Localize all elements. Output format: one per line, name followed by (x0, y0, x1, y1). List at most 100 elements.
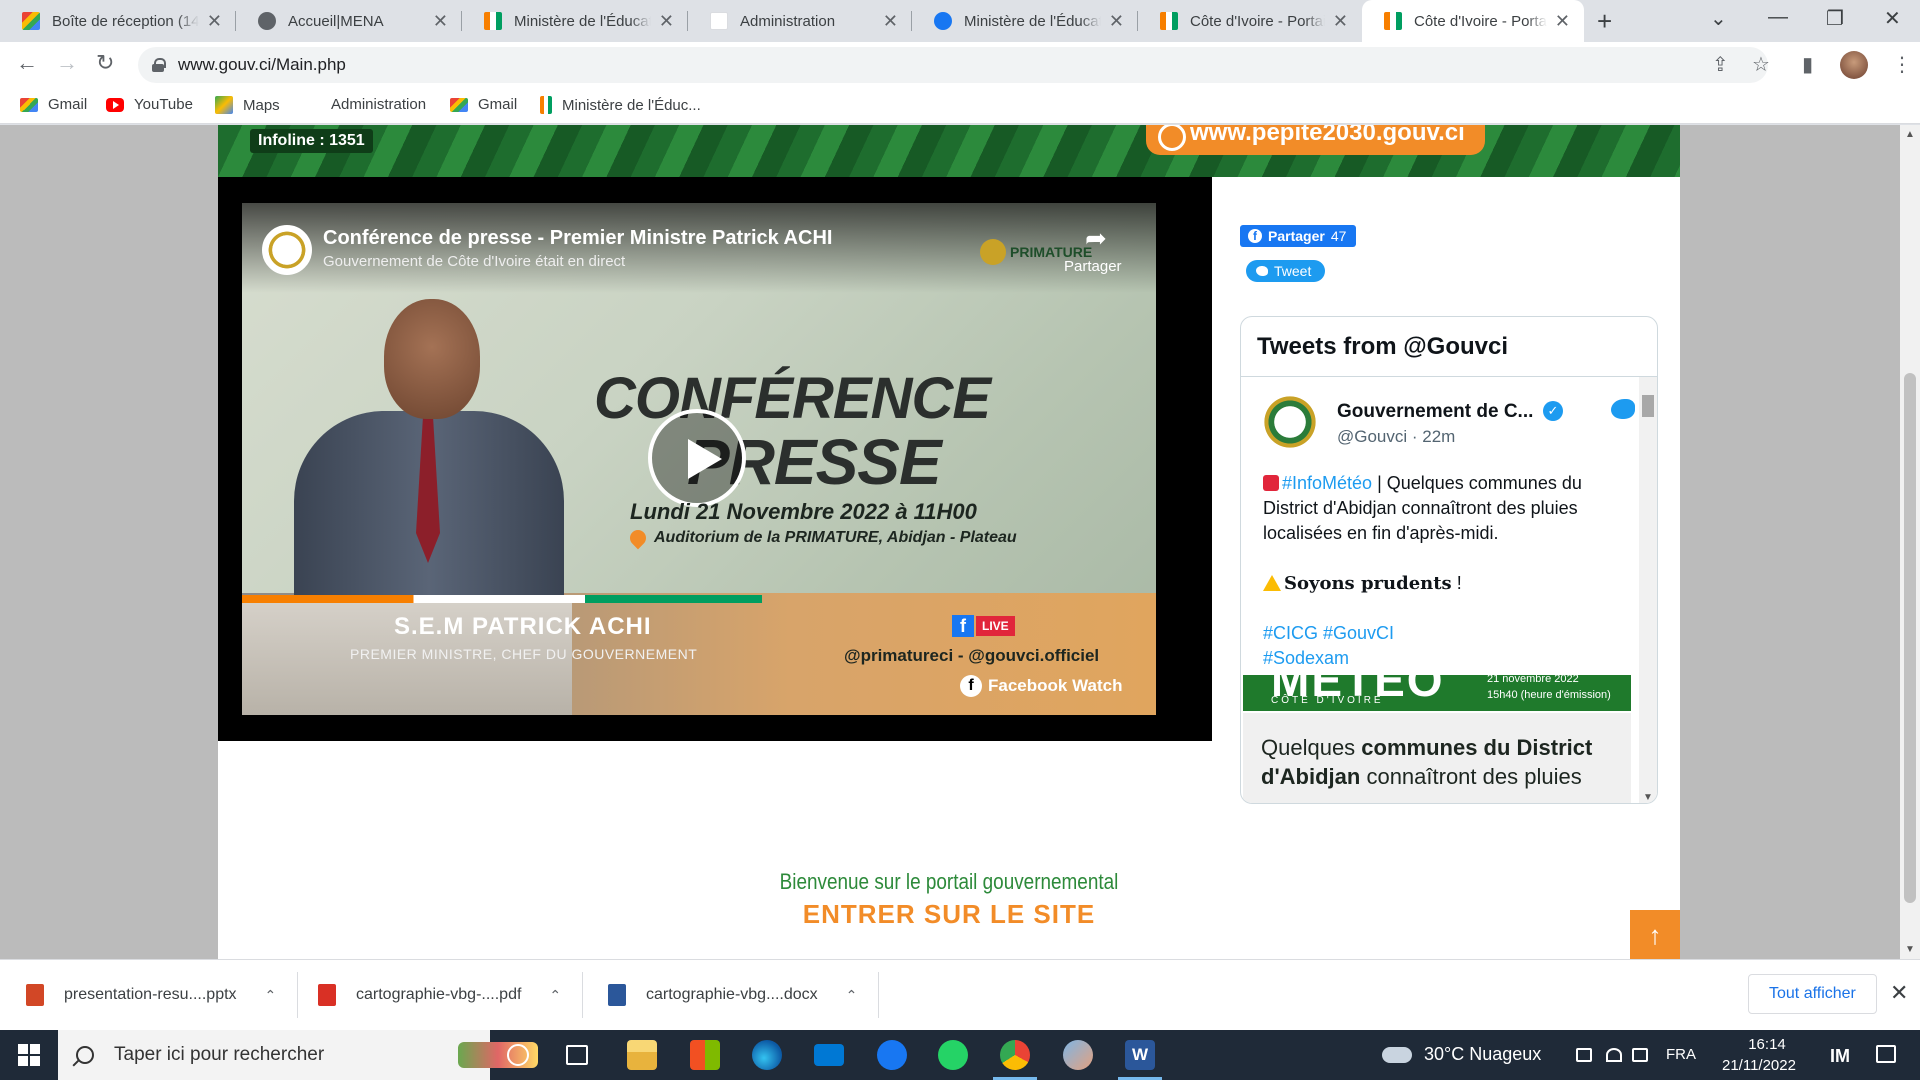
close-icon[interactable]: ✕ (1890, 980, 1908, 1006)
close-icon[interactable]: ✕ (207, 11, 222, 32)
minimize-icon[interactable]: — (1768, 6, 1788, 29)
lock-icon[interactable] (152, 58, 166, 72)
timeline-scrollbar[interactable]: ▼ (1639, 377, 1657, 803)
pepite-link[interactable]: www.pepite2030.gouv.ci (1146, 125, 1485, 155)
battery-icon[interactable] (1576, 1048, 1592, 1062)
chevron-up-icon[interactable]: ⌃ (265, 987, 277, 1004)
cloud-icon[interactable] (1382, 1047, 1412, 1063)
side-panel-icon[interactable]: ▮ (1802, 52, 1813, 77)
cortana-icon[interactable] (507, 1044, 529, 1066)
chevron-up-icon[interactable]: ⌃ (846, 987, 858, 1004)
scroll-down-arrow-icon[interactable]: ▼ (1905, 944, 1915, 955)
tweet-button[interactable]: Tweet (1246, 260, 1326, 282)
tab-label: Boîte de réception (14 (52, 12, 199, 30)
channel-logo[interactable] (262, 225, 312, 275)
download-item-docx[interactable]: cartographie-vbg....docx ⌃ (608, 960, 880, 1030)
word-icon[interactable]: W (1125, 1040, 1155, 1070)
volume-icon[interactable] (1632, 1048, 1648, 1062)
scroll-up-arrow-icon[interactable]: ▲ (1905, 129, 1915, 140)
windows-start-icon[interactable] (18, 1044, 40, 1066)
download-item-pdf[interactable]: cartographie-vbg-....pdf ⌃ (318, 960, 584, 1030)
tab-cote-ivoire-portail[interactable]: Côte d'Ivoire - Portail ✕ (1138, 0, 1362, 42)
url-text[interactable]: www.gouv.ci/Main.php (178, 55, 346, 75)
close-icon[interactable]: ✕ (1109, 11, 1124, 32)
enter-site-link[interactable]: ENTRER SUR LE SITE (218, 899, 1680, 930)
play-button[interactable] (648, 409, 746, 507)
tab-search-chevron-icon[interactable]: ⌄ (1710, 6, 1727, 31)
bookmark-ministere[interactable]: Ministère de l'Éduc... (540, 96, 701, 114)
video-title[interactable]: Conférence de presse - Premier Ministre … (323, 227, 832, 250)
taskbar-search-input[interactable]: Taper ici pour rechercher (58, 1030, 538, 1080)
profile-avatar[interactable] (1840, 51, 1868, 79)
tab-gmail-inbox[interactable]: Boîte de réception (14 ✕ (0, 0, 236, 42)
edge-icon[interactable] (752, 1040, 782, 1070)
reload-icon[interactable]: ↻ (96, 50, 114, 76)
chrome-icon[interactable] (1000, 1040, 1030, 1070)
scroll-to-top-button[interactable]: ↑ (1630, 910, 1680, 959)
bookmark-maps[interactable]: Maps (215, 96, 280, 114)
tweet-author-handle[interactable]: @Gouvci · 22m (1337, 427, 1455, 447)
mail-icon[interactable] (814, 1044, 844, 1066)
close-icon[interactable]: ✕ (883, 11, 898, 32)
tab-ministere-education[interactable]: Ministère de l'Éducati ✕ (462, 0, 688, 42)
meet-now-icon[interactable]: IM (1830, 1046, 1850, 1067)
tab-ministere-facebook[interactable]: Ministère de l'Éducati ✕ (912, 0, 1138, 42)
page-scrollbar[interactable]: ▲ ▼ (1900, 125, 1920, 959)
bookmark-star-icon[interactable]: ☆ (1752, 52, 1770, 77)
show-all-downloads-button[interactable]: Tout afficher (1748, 974, 1877, 1014)
tweet-media-image[interactable]: MÉTÉO CÔTE D'IVOIRE 21 novembre 2022 15h… (1243, 675, 1631, 711)
close-icon[interactable]: ✕ (659, 11, 674, 32)
notifications-icon[interactable] (1876, 1045, 1896, 1063)
maximize-icon[interactable]: ❐ (1826, 6, 1844, 31)
twitter-bird-icon[interactable] (1611, 399, 1635, 419)
hashtag-link[interactable]: #InfoMétéo (1282, 473, 1372, 493)
whatsapp-icon[interactable] (938, 1040, 968, 1070)
avatar[interactable] (1261, 393, 1319, 451)
chevron-up-icon[interactable]: ⌃ (549, 987, 561, 1004)
clock-date[interactable]: 21/11/2022 (1722, 1057, 1796, 1074)
share-label[interactable]: Partager (1064, 258, 1122, 275)
wifi-icon[interactable] (1606, 1048, 1622, 1062)
bookmark-gmail-2[interactable]: Gmail (450, 96, 517, 113)
tweet-media-card[interactable]: Quelques communes du District d'Abidjan … (1243, 713, 1631, 803)
task-view-icon[interactable] (566, 1045, 588, 1065)
hashtag-links[interactable]: #CICG #GouvCI (1263, 621, 1623, 646)
forward-arrow-icon[interactable]: → (56, 50, 78, 76)
window-close-icon[interactable]: ✕ (1884, 6, 1901, 31)
tab-accueil-mena[interactable]: Accueil|MENA ✕ (236, 0, 462, 42)
hashtag-link[interactable]: #Sodexam (1263, 646, 1623, 671)
close-icon[interactable]: ✕ (1333, 11, 1348, 32)
paint-icon[interactable] (1063, 1040, 1093, 1070)
download-item-pptx[interactable]: presentation-resu....pptx ⌃ (26, 960, 299, 1030)
bookmark-administration[interactable]: Administration (331, 96, 426, 113)
menu-dots-icon[interactable]: ⋮ (1892, 52, 1912, 77)
weather-text[interactable]: 30°C Nuageux (1424, 1044, 1541, 1065)
close-icon[interactable]: ✕ (1555, 11, 1570, 32)
tab-administration[interactable]: Administration ✕ (688, 0, 912, 42)
top-banner[interactable]: Infoline : 1351 www.pepite2030.gouv.ci (218, 125, 1680, 177)
microsoft-store-icon[interactable] (690, 1040, 720, 1070)
new-tab-plus-icon[interactable]: + (1597, 6, 1612, 37)
blank-page-icon (710, 12, 728, 30)
facebook-watch-link[interactable]: f Facebook Watch (960, 675, 1122, 697)
bookmark-youtube[interactable]: YouTube (106, 96, 193, 113)
timeline-header[interactable]: Tweets from @Gouvci (1241, 317, 1657, 377)
tab-cote-ivoire-portail-active[interactable]: Côte d'Ivoire - Portail ✕ (1362, 0, 1584, 42)
share-arrow-icon[interactable]: ➦ (1085, 223, 1107, 254)
facebook-icon: f (1248, 229, 1262, 243)
back-arrow-icon[interactable]: ← (16, 50, 38, 76)
bookmark-gmail[interactable]: Gmail (20, 96, 87, 113)
share-page-icon[interactable]: ⇪ (1712, 52, 1729, 77)
file-explorer-icon[interactable] (627, 1040, 657, 1070)
facebook-icon[interactable] (877, 1040, 907, 1070)
tweet-author-name[interactable]: Gouvernement de C... (1337, 401, 1533, 423)
language-indicator[interactable]: FRA (1666, 1046, 1696, 1063)
clock-time[interactable]: 16:14 (1732, 1036, 1802, 1053)
conference-date: Lundi 21 Novembre 2022 à 11H00 (630, 499, 977, 524)
scroll-down-arrow-icon[interactable]: ▼ (1643, 792, 1653, 803)
page-viewport: Infoline : 1351 www.pepite2030.gouv.ci C… (0, 125, 1920, 959)
address-bar[interactable]: www.gouv.ci/Main.php (138, 47, 1768, 83)
close-icon[interactable]: ✕ (433, 11, 448, 32)
facebook-share-button[interactable]: f Partager 47 (1240, 225, 1357, 247)
facebook-video-player[interactable]: Conférence de presse - Premier Ministre … (242, 203, 1156, 715)
